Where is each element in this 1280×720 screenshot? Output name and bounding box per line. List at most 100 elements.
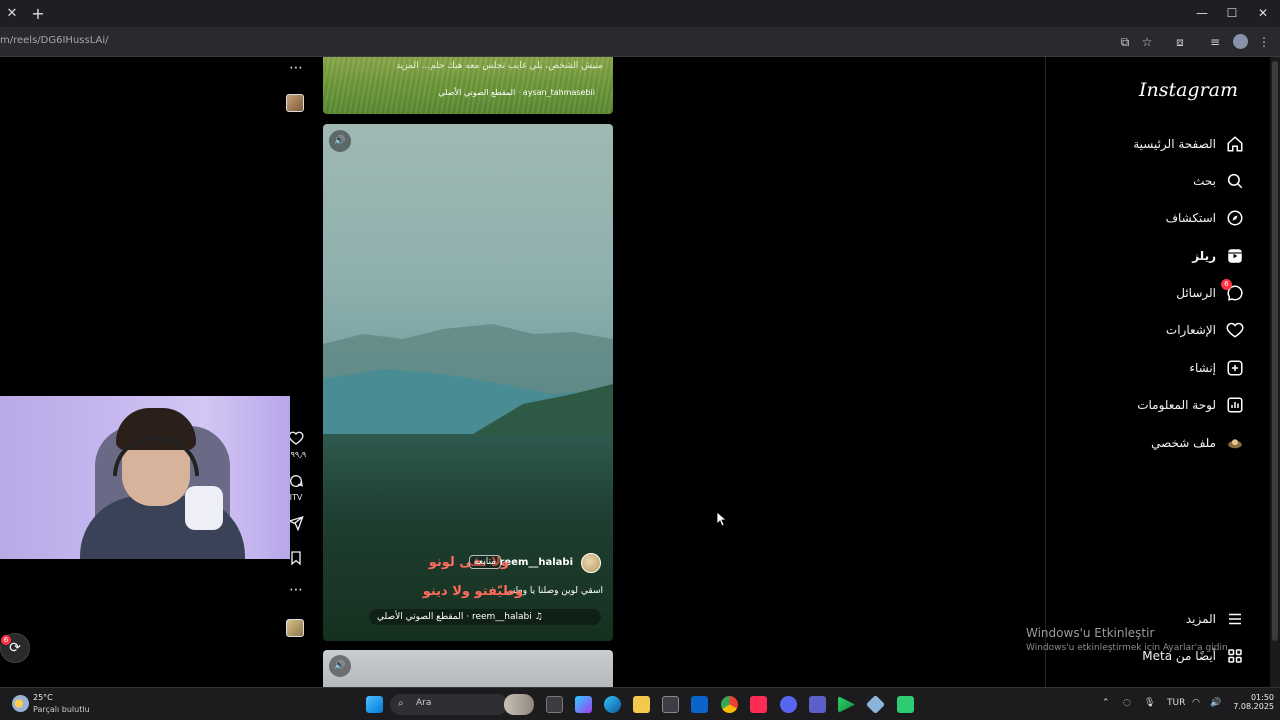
sidebar-item-label: المزيد (1185, 612, 1216, 626)
heart-icon (288, 431, 304, 445)
sidebar-item-create[interactable]: إنشاء (1044, 353, 1244, 383)
follow-button[interactable]: متابعة (469, 555, 501, 569)
weather-description[interactable]: Parçalı bulutlu (33, 705, 90, 714)
language-indicator[interactable]: TUR (1167, 698, 1185, 708)
scrollbar-thumb[interactable] (1272, 61, 1278, 641)
heart-icon (1226, 321, 1244, 339)
messenger-icon: 6 (1221, 279, 1244, 302)
home-icon (1226, 135, 1244, 153)
copilot-icon[interactable] (575, 696, 592, 713)
tiktok-icon[interactable] (750, 696, 767, 713)
comment-icon (290, 475, 303, 487)
messages-badge: 6 (1, 635, 11, 645)
reel-audio-label[interactable]: aysan_tahmasebii · المقطع الصوتي الأصلي (438, 88, 595, 97)
webcam-overlay (0, 396, 290, 559)
instagram-page: منيش الشخص، يلي غايب تجلس معه هيك حلم...… (0, 57, 1280, 690)
mountains-graphic (323, 324, 613, 434)
sidebar-item-notifications[interactable]: الإشعارات (1044, 315, 1244, 345)
sidebar-item-label: بحث (1193, 174, 1216, 188)
browser-menu-icon[interactable]: ⋮ (1255, 33, 1273, 51)
file-explorer-icon[interactable] (633, 696, 650, 713)
instagram-sidebar: Instagram الصفحة الرئيسية بحث استكشاف ري… (1045, 57, 1270, 687)
address-bar: m/reels/DG6IHussLAi/ ⧉ ☆ ⧈ ≡ ⋮ (0, 27, 1280, 57)
weather-temperature[interactable]: 25°C (33, 693, 53, 702)
instagram-logo[interactable]: Instagram (1139, 79, 1238, 101)
taskbar-search-input[interactable] (390, 694, 508, 715)
wifi-icon[interactable]: ◠ (1192, 698, 1200, 708)
outlook-icon[interactable] (691, 696, 708, 713)
start-menu-icon[interactable] (366, 696, 383, 713)
app-diamond-icon[interactable] (865, 694, 886, 715)
show-hidden-icons-icon[interactable]: ⌃ (1102, 698, 1110, 708)
task-view-icon[interactable] (546, 696, 563, 713)
discord-icon[interactable] (780, 696, 797, 713)
sidebar-item-home[interactable]: الصفحة الرئيسية (1044, 129, 1244, 159)
sidebar-item-messages[interactable]: الرسائل 6 (1044, 278, 1244, 308)
send-icon (287, 515, 304, 532)
compass-icon (1226, 209, 1244, 227)
windows-taskbar: 25°C Parçalı bulutlu ⌕ Ara ⌃ ◌ 🎙 TUR ◠ 🔊… (0, 687, 1280, 720)
microphone-icon[interactable]: 🎙 (1144, 698, 1155, 708)
mute-toggle-icon[interactable]: 🔊 (329, 130, 351, 152)
profile-avatar-icon (1226, 434, 1244, 452)
search-icon (1226, 172, 1244, 190)
close-window-button[interactable]: ✕ (1248, 4, 1278, 22)
activation-watermark-text: Windows'u etkinleştirmek için Ayarlar'a … (1026, 643, 1231, 653)
sidebar-item-label: الصفحة الرئيسية (1133, 137, 1216, 151)
more-options-icon[interactable]: ⋯ (285, 582, 307, 598)
network-icon[interactable]: ◌ (1123, 698, 1131, 708)
reel-user-avatar[interactable] (581, 553, 601, 573)
chrome-browser-icon[interactable] (721, 696, 738, 713)
new-tab-button[interactable]: + (28, 4, 48, 24)
reels-icon (1226, 247, 1244, 265)
reel-audio-label[interactable]: ♫ reem__halabi · المقطع الصوتي الأصلي (369, 609, 601, 625)
webcam-microphone (185, 486, 223, 530)
sidebar-item-label: الرسائل (1176, 286, 1216, 300)
mute-toggle-icon[interactable]: 🔊 (329, 655, 351, 677)
search-highlight-icon[interactable] (504, 694, 534, 715)
activation-watermark-title: Windows'u Etkinleştir (1026, 626, 1155, 640)
sidebar-item-search[interactable]: بحث (1044, 166, 1244, 196)
bookmark-icon (291, 551, 301, 566)
tab-close-icon[interactable]: ✕ (2, 5, 22, 23)
music-note-icon: ♫ (531, 612, 543, 622)
bookmark-star-icon[interactable]: ☆ (1138, 33, 1156, 51)
previous-reel[interactable]: منيش الشخص، يلي غايب تجلس معه هيك حلم...… (323, 57, 613, 114)
edge-browser-icon[interactable] (604, 696, 621, 713)
profile-avatar-icon[interactable] (1233, 34, 1248, 49)
teams-icon[interactable] (809, 696, 826, 713)
more-options-icon[interactable]: ⋯ (285, 60, 307, 76)
android-app-icon[interactable] (897, 696, 914, 713)
url-text[interactable]: m/reels/DG6IHussLAi/ (0, 35, 109, 46)
weather-icon[interactable] (12, 695, 29, 712)
current-reel[interactable]: 🔊 reem__halabi ولا نقى لونو متابعة اسقي … (323, 124, 613, 641)
search-icon: ⌕ (398, 698, 404, 709)
reel-username[interactable]: reem__halabi (499, 557, 573, 568)
play-store-icon[interactable] (838, 696, 855, 713)
search-placeholder: Ara (416, 698, 432, 708)
minimize-button[interactable]: — (1187, 4, 1217, 22)
audio-avatar[interactable] (286, 94, 304, 112)
microsoft-store-icon[interactable] (662, 696, 679, 713)
messages-badge: 6 (1221, 279, 1232, 290)
install-app-icon[interactable]: ⧉ (1116, 33, 1134, 51)
media-control-icon[interactable]: ≡ (1206, 33, 1224, 51)
mouse-cursor-icon (717, 512, 727, 527)
page-scrollbar[interactable] (1270, 57, 1280, 687)
sidebar-item-label: إنشاء (1189, 361, 1216, 375)
extensions-icon[interactable]: ⧈ (1171, 33, 1189, 51)
taskbar-clock[interactable]: 01:50 7.08.2025 (1218, 693, 1274, 711)
sidebar-item-dashboard[interactable]: لوحة المعلومات (1044, 390, 1244, 420)
video-overlay-text: وطيّفتو ولا دينو (422, 584, 523, 599)
audio-avatar[interactable] (286, 619, 304, 637)
sidebar-item-profile[interactable]: ملف شخصي (1044, 428, 1244, 458)
sidebar-item-label: استكشاف (1165, 211, 1216, 225)
sidebar-item-reels[interactable]: ريلز (1044, 241, 1244, 271)
dashboard-icon (1226, 396, 1244, 414)
sidebar-item-label: الإشعارات (1165, 323, 1216, 337)
browser-tabbar: ✕ + — ☐ ✕ (0, 0, 1280, 27)
sidebar-item-explore[interactable]: استكشاف (1044, 203, 1244, 233)
reel-caption[interactable]: منيش الشخص، يلي غايب تجلس معه هيك حلم...… (396, 61, 603, 71)
next-reel[interactable]: 🔊 (323, 650, 613, 690)
maximize-button[interactable]: ☐ (1217, 4, 1247, 22)
